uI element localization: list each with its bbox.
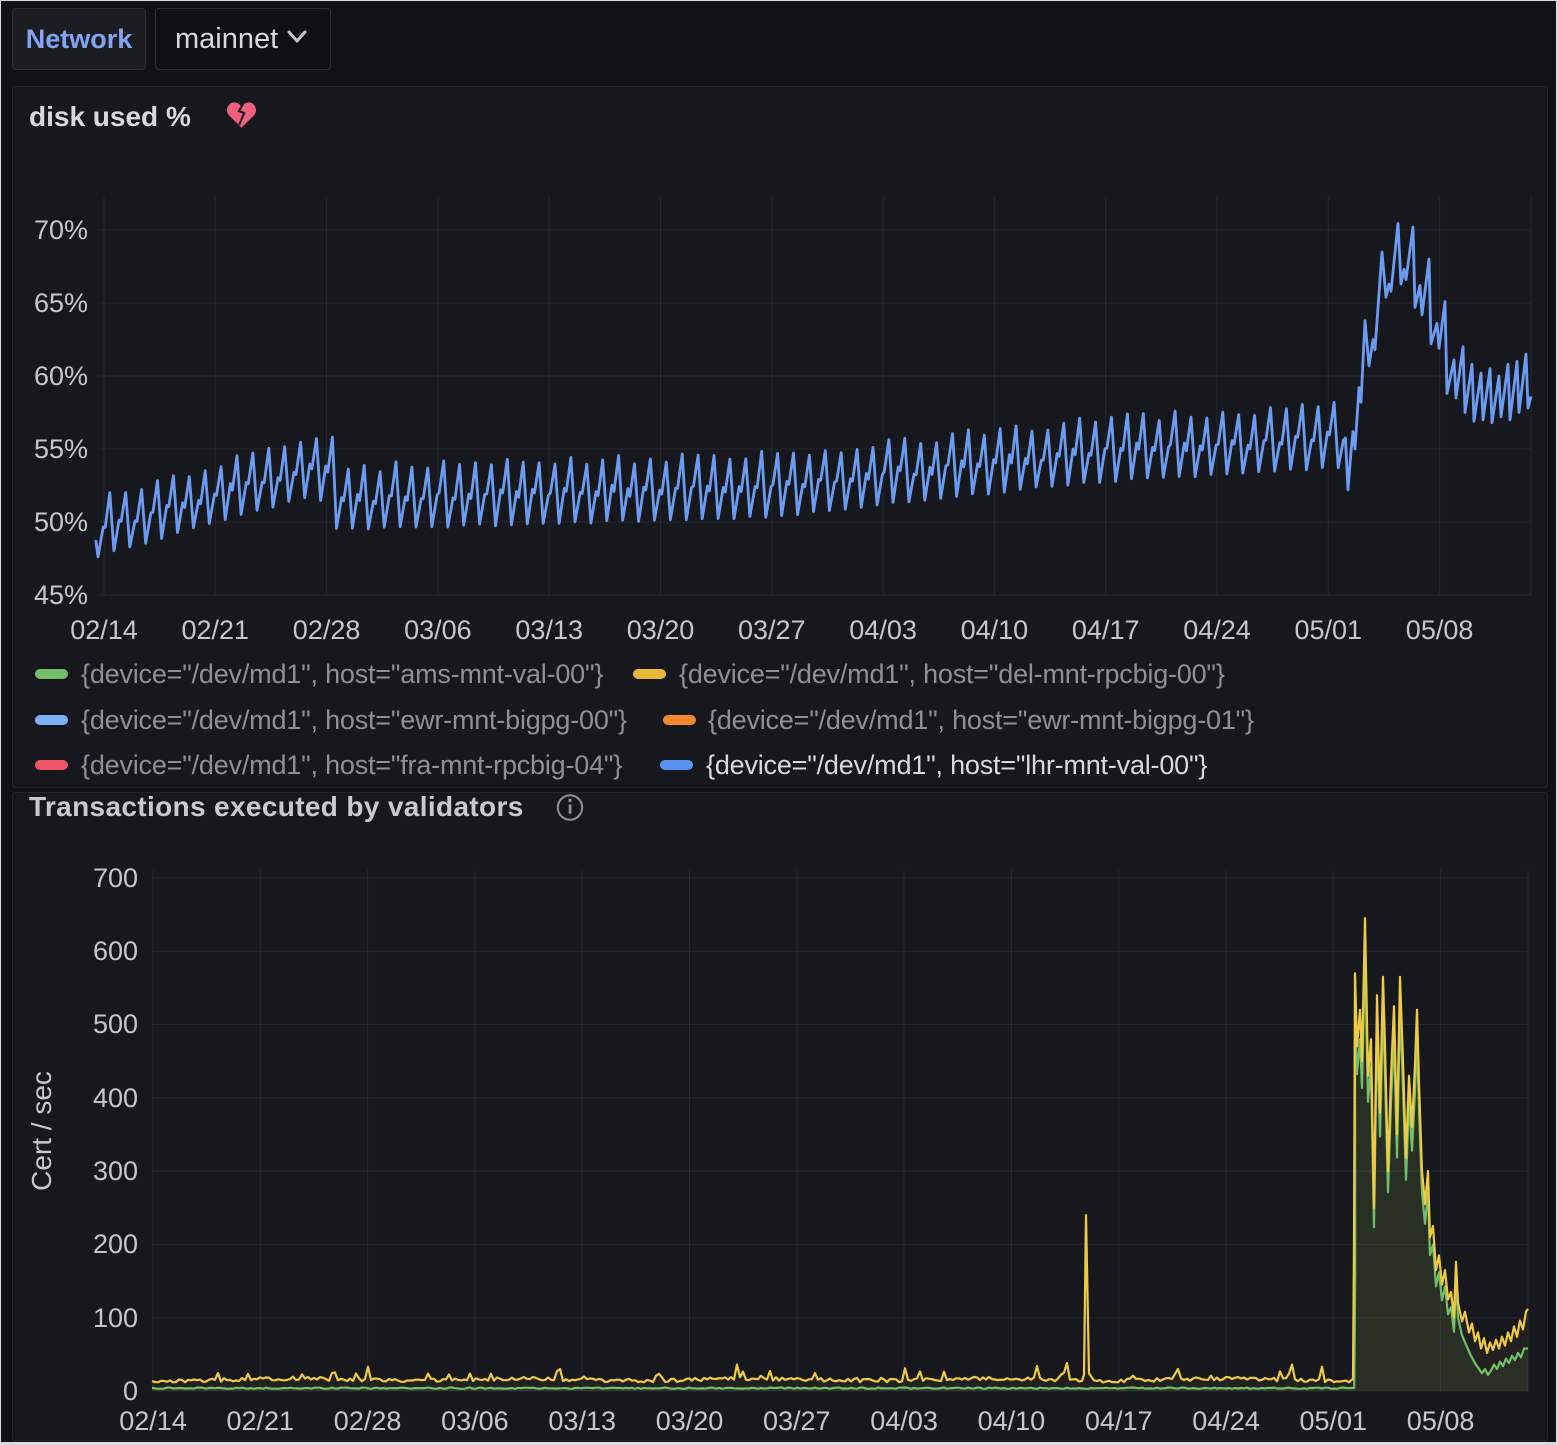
svg-text:02/21: 02/21 bbox=[227, 1406, 295, 1436]
svg-text:0: 0 bbox=[123, 1376, 138, 1406]
svg-text:02/28: 02/28 bbox=[293, 615, 361, 645]
svg-text:04/24: 04/24 bbox=[1192, 1406, 1260, 1436]
svg-text:04/03: 04/03 bbox=[849, 615, 917, 645]
svg-text:55%: 55% bbox=[34, 434, 88, 464]
svg-text:03/20: 03/20 bbox=[656, 1406, 724, 1436]
svg-text:02/14: 02/14 bbox=[70, 615, 138, 645]
svg-text:45%: 45% bbox=[34, 580, 88, 610]
svg-text:03/13: 03/13 bbox=[548, 1406, 616, 1436]
svg-text:03/13: 03/13 bbox=[515, 615, 583, 645]
svg-text:05/08: 05/08 bbox=[1406, 615, 1474, 645]
svg-text:600: 600 bbox=[93, 936, 138, 966]
svg-text:03/06: 03/06 bbox=[441, 1406, 509, 1436]
svg-text:100: 100 bbox=[93, 1303, 138, 1333]
svg-text:300: 300 bbox=[93, 1156, 138, 1186]
svg-text:700: 700 bbox=[93, 863, 138, 893]
svg-text:04/17: 04/17 bbox=[1085, 1406, 1153, 1436]
svg-text:05/08: 05/08 bbox=[1407, 1406, 1475, 1436]
svg-text:200: 200 bbox=[93, 1229, 138, 1259]
svg-text:05/01: 05/01 bbox=[1300, 1406, 1368, 1436]
svg-text:04/17: 04/17 bbox=[1072, 615, 1140, 645]
svg-text:03/06: 03/06 bbox=[404, 615, 472, 645]
svg-text:02/14: 02/14 bbox=[119, 1406, 187, 1436]
svg-text:03/20: 03/20 bbox=[627, 615, 695, 645]
svg-text:Cert / sec: Cert / sec bbox=[26, 1071, 57, 1191]
svg-text:02/28: 02/28 bbox=[334, 1406, 402, 1436]
svg-text:04/10: 04/10 bbox=[978, 1406, 1046, 1436]
svg-text:04/03: 04/03 bbox=[870, 1406, 938, 1436]
svg-text:60%: 60% bbox=[34, 361, 88, 391]
svg-text:65%: 65% bbox=[34, 288, 88, 318]
svg-text:03/27: 03/27 bbox=[763, 1406, 831, 1436]
svg-text:50%: 50% bbox=[34, 507, 88, 537]
svg-text:02/21: 02/21 bbox=[182, 615, 250, 645]
svg-text:04/24: 04/24 bbox=[1183, 615, 1251, 645]
svg-text:05/01: 05/01 bbox=[1295, 615, 1363, 645]
svg-text:04/10: 04/10 bbox=[961, 615, 1029, 645]
svg-text:03/27: 03/27 bbox=[738, 615, 806, 645]
svg-text:500: 500 bbox=[93, 1009, 138, 1039]
svg-text:400: 400 bbox=[93, 1083, 138, 1113]
svg-text:70%: 70% bbox=[34, 215, 88, 245]
